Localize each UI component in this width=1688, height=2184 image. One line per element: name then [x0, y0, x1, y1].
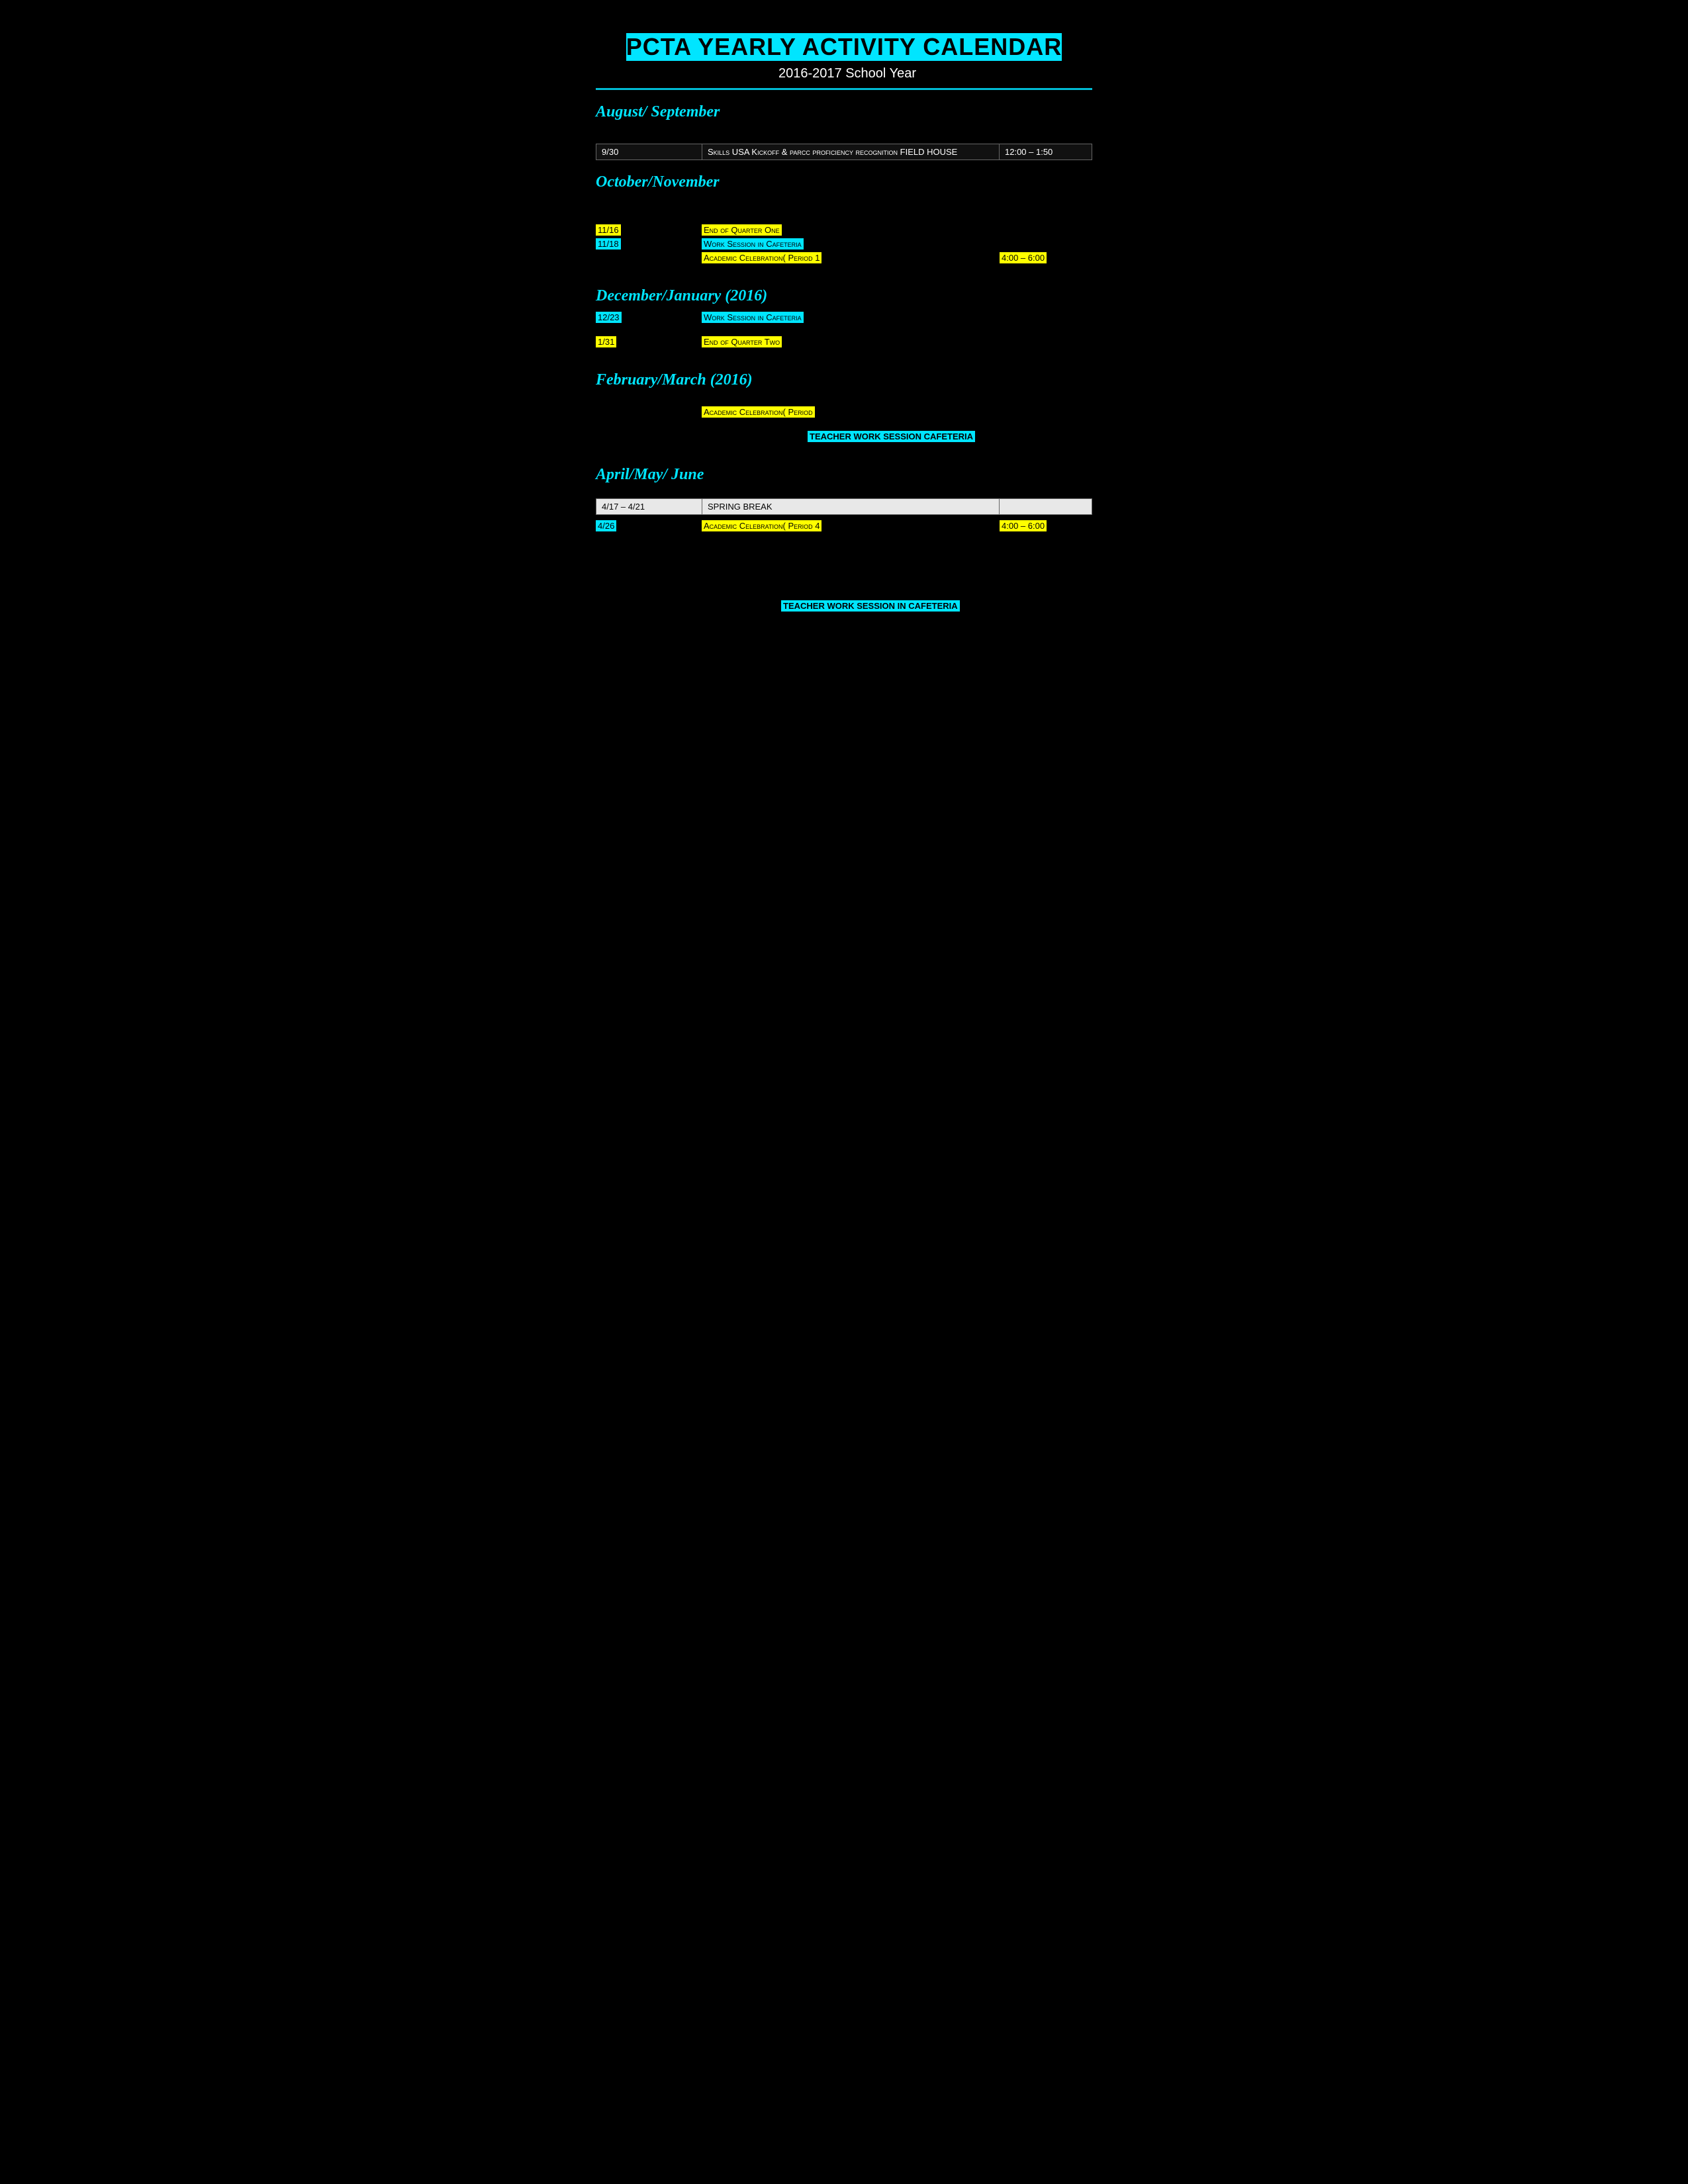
event-row-1116: 11/16 End of Quarter One — [596, 224, 1092, 236]
event-time: 4:00 – 6:00 — [1000, 520, 1092, 531]
title-sub: 2016-2017 School Year — [778, 66, 916, 81]
table-row-spring-break: 4/17 – 4/21 SPRING BREAK — [596, 499, 1092, 515]
spring-break-table: 4/17 – 4/21 SPRING BREAK — [596, 498, 1092, 515]
section-oct-nov: October/November — [596, 173, 1092, 191]
event-desc: Academic Celebration( Period — [702, 406, 1000, 418]
section-dec-jan: December/January (2016) — [596, 287, 1092, 305]
event-desc: Work Session in Cafeteria — [702, 312, 1000, 323]
page: PCTA YEARLY ACTIVITY CALENDAR 2016-2017 … — [589, 20, 1099, 748]
desc-highlight: TEACHER WORK SESSION CAFETERIA — [808, 431, 975, 442]
date-highlight: 12/23 — [596, 312, 622, 323]
desc-highlight: Work Session in Cafeteria — [702, 238, 804, 250]
event-date: 4/26 — [596, 520, 702, 531]
desc-highlight: TEACHER WORK SESSION IN CAFETERIA — [781, 600, 960, 612]
section-feb-mar: February/March (2016) — [596, 371, 1092, 389]
event-row-academic-1: Academic Celebration( Period 1 4:00 – 6:… — [596, 252, 1092, 263]
date-highlight: 4/26 — [596, 520, 616, 531]
event-time: 4:00 – 6:00 — [1000, 252, 1092, 263]
event-desc: TEACHER WORK SESSION IN CAFETERIA — [781, 600, 1000, 612]
time-cell — [1000, 499, 1092, 515]
event-cell: Skills USA Kickoff & parcc proficiency r… — [702, 144, 1000, 160]
event-date: 12/23 — [596, 312, 702, 323]
date-highlight: 11/18 — [596, 238, 621, 250]
desc-highlight: End of Quarter Two — [702, 336, 782, 347]
event-date: 1/31 — [596, 336, 702, 347]
event-row-tws-febmar: TEACHER WORK SESSION CAFETERIA — [596, 431, 1092, 442]
event-desc: TEACHER WORK SESSION CAFETERIA — [808, 431, 1000, 442]
desc-highlight: Academic Celebration( Period — [702, 406, 815, 418]
date-cell: 4/17 – 4/21 — [596, 499, 702, 515]
time-highlight: 4:00 – 6:00 — [1000, 252, 1047, 263]
event-desc: Academic Celebration( Period 1 — [702, 252, 1000, 263]
desc-highlight: End of Quarter One — [702, 224, 782, 236]
event-desc: End of Quarter One — [702, 224, 1000, 236]
event-date: 11/18 — [596, 238, 702, 250]
desc-highlight: Academic Celebration( Period 4 — [702, 520, 821, 531]
desc-highlight: Academic Celebration( Period 1 — [702, 252, 821, 263]
event-desc: End of Quarter Two — [702, 336, 1000, 347]
desc-highlight: Work Session in Cafeteria — [702, 312, 804, 323]
event-cell: SPRING BREAK — [702, 499, 1000, 515]
event-row-131: 1/31 End of Quarter Two — [596, 336, 1092, 347]
date-highlight: 11/16 — [596, 224, 621, 236]
event-date: 11/16 — [596, 224, 702, 236]
date-highlight: 1/31 — [596, 336, 616, 347]
section-aug-sep: August/ September — [596, 103, 1092, 121]
section-apr-jun: April/May/ June — [596, 466, 1092, 484]
title-container: PCTA YEARLY ACTIVITY CALENDAR 2016-2017 … — [596, 33, 1092, 90]
event-row-1223: 12/23 Work Session in Cafeteria — [596, 312, 1092, 323]
event-desc: Academic Celebration( Period 4 — [702, 520, 1000, 531]
aug-sep-table: 9/30 Skills USA Kickoff & parcc proficie… — [596, 144, 1092, 160]
event-desc: Work Session in Cafeteria — [702, 238, 1000, 250]
title-main: PCTA YEARLY ACTIVITY CALENDAR — [626, 33, 1062, 61]
event-row-426: 4/26 Academic Celebration( Period 4 4:00… — [596, 520, 1092, 531]
table-row: 9/30 Skills USA Kickoff & parcc proficie… — [596, 144, 1092, 160]
time-highlight: 4:00 – 6:00 — [1000, 520, 1047, 531]
event-row-tws-aprjun: TEACHER WORK SESSION IN CAFETERIA — [596, 600, 1092, 612]
date-cell: 9/30 — [596, 144, 702, 160]
time-cell: 12:00 – 1:50 — [1000, 144, 1092, 160]
event-row-1118: 11/18 Work Session in Cafeteria — [596, 238, 1092, 250]
event-row-academic-2: Academic Celebration( Period — [596, 406, 1092, 418]
